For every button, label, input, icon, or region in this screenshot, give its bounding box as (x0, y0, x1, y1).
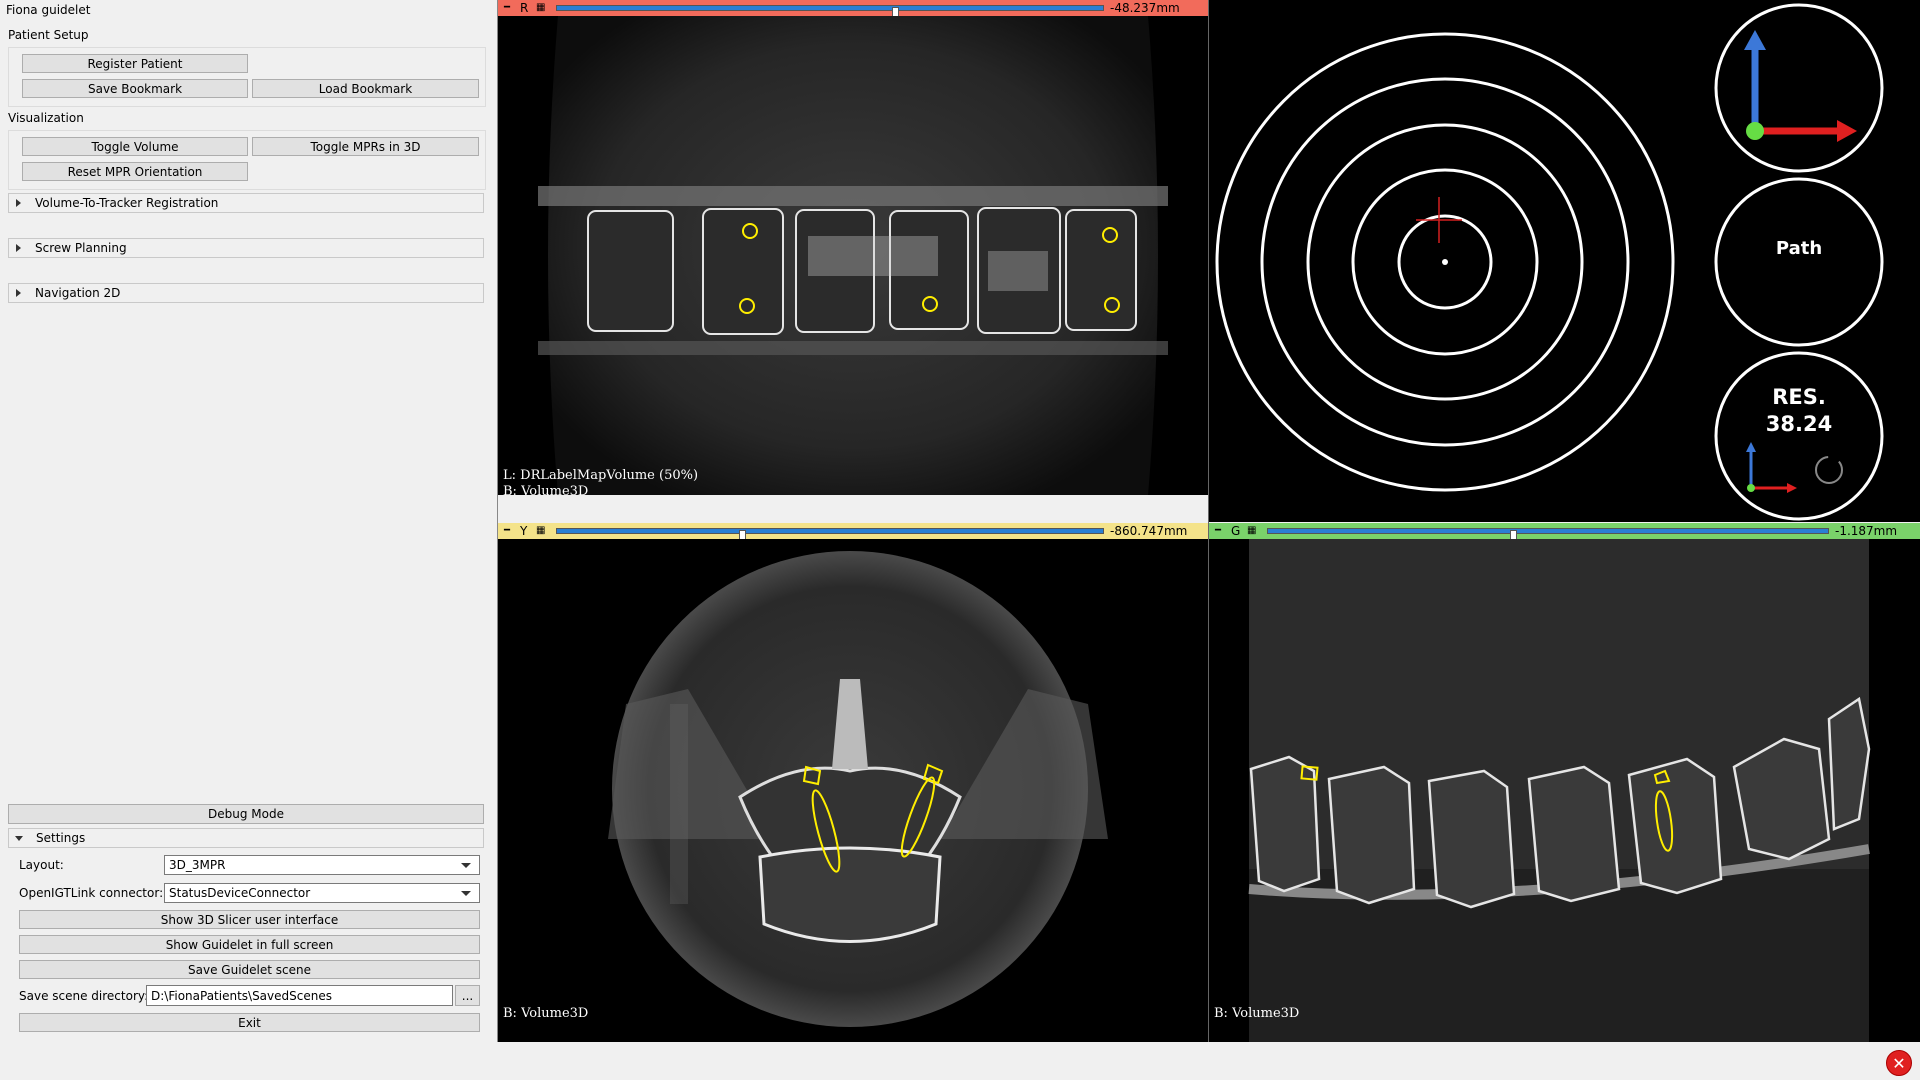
view-divider (1208, 0, 1209, 1042)
view-letter: R (520, 1, 529, 15)
pin-icon[interactable]: ━ (504, 526, 514, 536)
link-icon[interactable]: ▦ (1247, 526, 1257, 536)
toggle-volume-button[interactable]: Toggle Volume (22, 137, 248, 156)
save-scene-button[interactable]: Save Guidelet scene (19, 960, 480, 979)
chevron-down-icon (461, 863, 471, 868)
yellow-offset-slider[interactable] (556, 528, 1104, 542)
view-letter: G (1231, 524, 1241, 538)
orientation-axes-large (1744, 30, 1857, 142)
visualization-label: Visualization (8, 111, 84, 125)
green-offset-slider[interactable] (1267, 528, 1829, 542)
expand-arrow-icon (16, 199, 21, 207)
sagittal-ct-image (538, 16, 1168, 495)
pin-icon[interactable]: ━ (504, 3, 514, 13)
pin-icon[interactable]: ━ (1215, 526, 1225, 536)
save-dir-input[interactable]: D:\FionaPatients\SavedScenes (146, 985, 453, 1006)
connector-value: StatusDeviceConnector (169, 886, 311, 900)
layout-select[interactable]: 3D_3MPR (164, 855, 480, 875)
section-label: Volume-To-Tracker Registration (35, 196, 219, 210)
coronal-ct-image (1248, 539, 1871, 1042)
path-label: Path (1775, 238, 1823, 259)
view-letter: Y (520, 524, 528, 538)
red-slice-view[interactable]: L: DRLabelMapVolume (50%) B: Volume3D (498, 16, 1208, 495)
reset-mpr-button[interactable]: Reset MPR Orientation (22, 162, 248, 181)
save-dir-label: Save scene directory: (19, 989, 149, 1003)
visualization-group: Toggle Volume Toggle MPRs in 3D Reset MP… (8, 130, 486, 190)
show-slicer-ui-button[interactable]: Show 3D Slicer user interface (19, 910, 480, 929)
connector-select[interactable]: StatusDeviceConnector (164, 883, 480, 903)
target-rings (1215, 3, 1884, 521)
exit-button[interactable]: Exit (19, 1013, 480, 1032)
register-patient-button[interactable]: Register Patient (22, 54, 248, 73)
green-slice-controller: ━ G ▦ -1.187mm (1209, 523, 1920, 542)
toggle-mprs-button[interactable]: Toggle MPRs in 3D (252, 137, 479, 156)
debug-mode-button[interactable]: Debug Mode (8, 804, 484, 824)
fullscreen-button[interactable]: Show Guidelet in full screen (19, 935, 480, 954)
browse-button[interactable]: ... (455, 985, 480, 1006)
guidelet-panel: Fiona guidelet Patient Setup Register Pa… (0, 0, 496, 1080)
red-view-background-label: B: Volume3D (503, 484, 589, 495)
section-label: Screw Planning (35, 241, 127, 255)
green-view-background-label: B: Volume3D (1214, 1006, 1300, 1021)
chevron-down-icon (461, 891, 471, 896)
yellow-slice-controller: ━ Y ▦ -860.747mm (498, 523, 1208, 542)
screw-planning-section[interactable]: Screw Planning (8, 238, 484, 258)
connector-label: OpenIGTLink connector: (19, 886, 164, 900)
layout-label: Layout: (19, 858, 64, 872)
red-offset-value: -48.237mm (1110, 1, 1180, 15)
yellow-slice-view[interactable]: B: Volume3D (498, 539, 1208, 1042)
close-icon[interactable]: ✕ (1886, 1050, 1912, 1076)
patient-setup-group: Register Patient Save Bookmark Load Book… (8, 47, 486, 107)
res-value: 38.24 (1765, 412, 1833, 436)
section-label: Settings (36, 831, 86, 845)
save-bookmark-button[interactable]: Save Bookmark (22, 79, 248, 98)
link-icon[interactable]: ▦ (536, 3, 546, 13)
window-title: Fiona guidelet (6, 3, 91, 17)
volume-to-tracker-section[interactable]: Volume-To-Tracker Registration (8, 193, 484, 213)
red-slice-controller: ━ R ▦ -48.237mm (498, 0, 1208, 19)
patient-setup-label: Patient Setup (8, 28, 89, 42)
expand-arrow-icon (16, 244, 21, 252)
section-label: Navigation 2D (35, 286, 121, 300)
settings-section[interactable]: Settings (8, 828, 484, 848)
link-icon[interactable]: ▦ (536, 526, 546, 536)
panel-divider (497, 0, 498, 1042)
load-bookmark-button[interactable]: Load Bookmark (252, 79, 479, 98)
yellow-offset-value: -860.747mm (1110, 524, 1188, 538)
navigation-3d-view[interactable]: Path RES. 38.24 (1209, 0, 1920, 522)
red-offset-slider[interactable] (556, 5, 1104, 19)
green-slice-view[interactable]: B: Volume3D (1209, 539, 1920, 1042)
red-view-overlay-label: L: DRLabelMapVolume (50%) (503, 468, 699, 483)
res-label: RES. (1772, 385, 1826, 409)
orientation-axes-small (1746, 442, 1797, 493)
collapse-arrow-icon (15, 835, 23, 841)
green-offset-value: -1.187mm (1835, 524, 1898, 538)
expand-arrow-icon (16, 289, 21, 297)
navigation-2d-section[interactable]: Navigation 2D (8, 283, 484, 303)
yellow-view-background-label: B: Volume3D (503, 1006, 589, 1021)
axial-ct-image (608, 551, 1108, 1027)
layout-value: 3D_3MPR (169, 858, 226, 872)
